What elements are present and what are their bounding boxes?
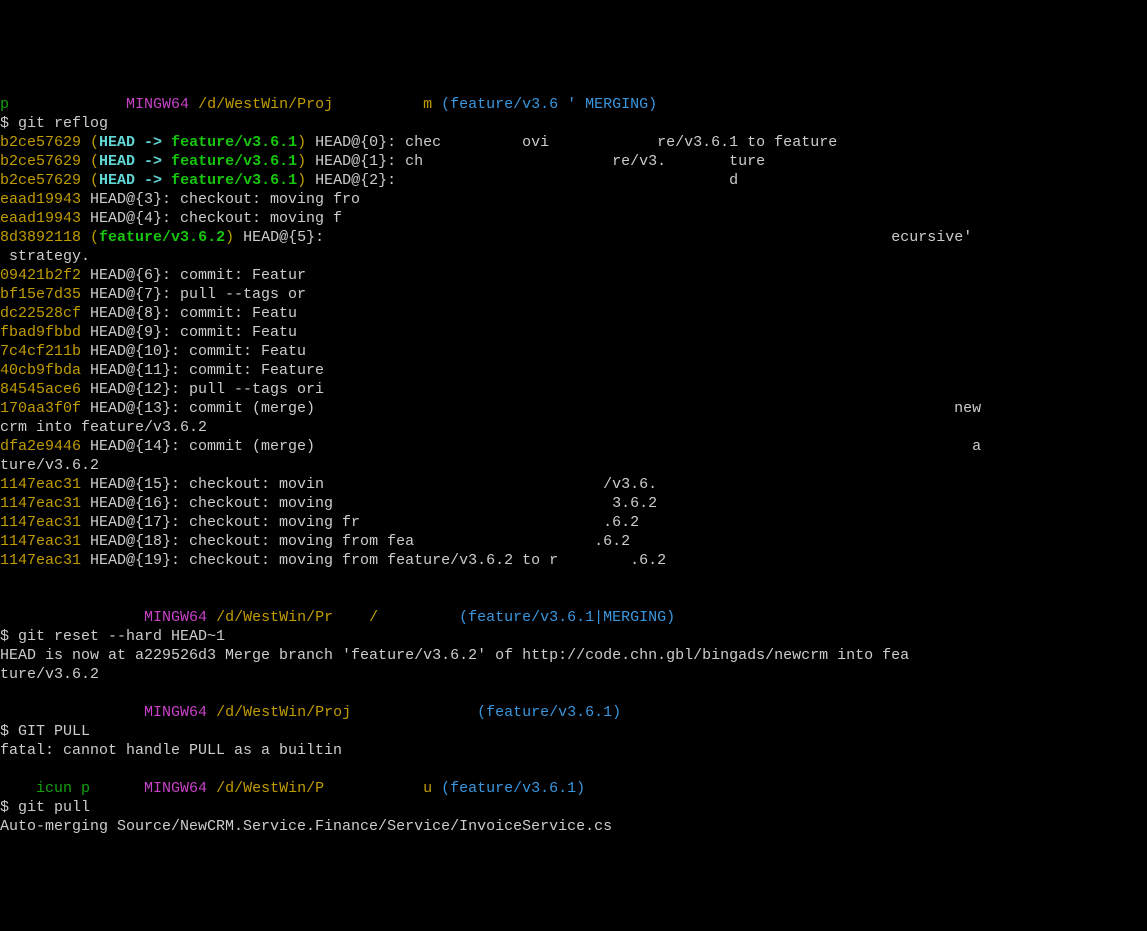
reflog-line: dfa2e9446 HEAD@{14}: commit (merge) a — [0, 437, 1147, 456]
reflog-line: b2ce57629 (HEAD -> feature/v3.6.1) HEAD@… — [0, 152, 1147, 171]
blank-line — [0, 761, 9, 778]
reflog-line: ture/v3.6.2 — [0, 456, 1147, 475]
reflog-line: 1147eac31 HEAD@{19}: checkout: moving fr… — [0, 551, 1147, 570]
reflog-line: eaad19943 HEAD@{4}: checkout: moving f — [0, 209, 1147, 228]
reflog-line: 1147eac31 HEAD@{15}: checkout: movin /v3… — [0, 475, 1147, 494]
command-output: HEAD is now at a229526d3 Merge branch 'f… — [0, 647, 909, 683]
reflog-line: strategy. — [0, 247, 1147, 266]
reflog-line: crm into feature/v3.6.2 — [0, 418, 1147, 437]
command-input: $ GIT PULL — [0, 723, 90, 740]
blank-line — [0, 685, 9, 702]
reflog-line: fbad9fbbd HEAD@{9}: commit: Featu — [0, 323, 1147, 342]
command-input: $ git reflog — [0, 115, 108, 132]
prompt-line: icun p MINGW64 /d/WestWin/P u (feature/v… — [0, 780, 585, 797]
reflog-output: b2ce57629 (HEAD -> feature/v3.6.1) HEAD@… — [0, 133, 1147, 570]
reflog-line: 1147eac31 HEAD@{17}: checkout: moving fr… — [0, 513, 1147, 532]
command-output: fatal: cannot handle PULL as a builtin — [0, 742, 342, 759]
reflog-line: 8d3892118 (feature/v3.6.2) HEAD@{5}: ecu… — [0, 228, 1147, 247]
reflog-line: b2ce57629 (HEAD -> feature/v3.6.1) HEAD@… — [0, 133, 1147, 152]
prompt-line: MINGW64 /d/WestWin/Proj (feature/v3.6.1) — [0, 704, 621, 721]
command-output: Auto-merging Source/NewCRM.Service.Finan… — [0, 818, 612, 835]
reflog-line: 170aa3f0f HEAD@{13}: commit (merge) new — [0, 399, 1147, 418]
reflog-line: 1147eac31 HEAD@{18}: checkout: moving fr… — [0, 532, 1147, 551]
command-input: $ git reset --hard HEAD~1 — [0, 628, 225, 645]
reflog-line: 7c4cf211b HEAD@{10}: commit: Featu — [0, 342, 1147, 361]
reflog-line: dc22528cf HEAD@{8}: commit: Featu — [0, 304, 1147, 323]
prompt-line: MINGW64 /d/WestWin/Pr / (feature/v3.6.1|… — [0, 609, 675, 626]
reflog-line: eaad19943 HEAD@{3}: checkout: moving fro — [0, 190, 1147, 209]
blank-line — [0, 590, 9, 607]
reflog-line: b2ce57629 (HEAD -> feature/v3.6.1) HEAD@… — [0, 171, 1147, 190]
reflog-line: bf15e7d35 HEAD@{7}: pull --tags or — [0, 285, 1147, 304]
prompt-line: p MINGW64 /d/WestWin/Proj m (feature/v3.… — [0, 96, 657, 113]
terminal[interactable]: p MINGW64 /d/WestWin/Proj m (feature/v3.… — [0, 76, 1147, 836]
reflog-line: 84545ace6 HEAD@{12}: pull --tags ori — [0, 380, 1147, 399]
reflog-line: 1147eac31 HEAD@{16}: checkout: moving 3.… — [0, 494, 1147, 513]
reflog-line: 09421b2f2 HEAD@{6}: commit: Featur — [0, 266, 1147, 285]
reflog-line: 40cb9fbda HEAD@{11}: commit: Feature — [0, 361, 1147, 380]
command-input: $ git pull — [0, 799, 90, 816]
